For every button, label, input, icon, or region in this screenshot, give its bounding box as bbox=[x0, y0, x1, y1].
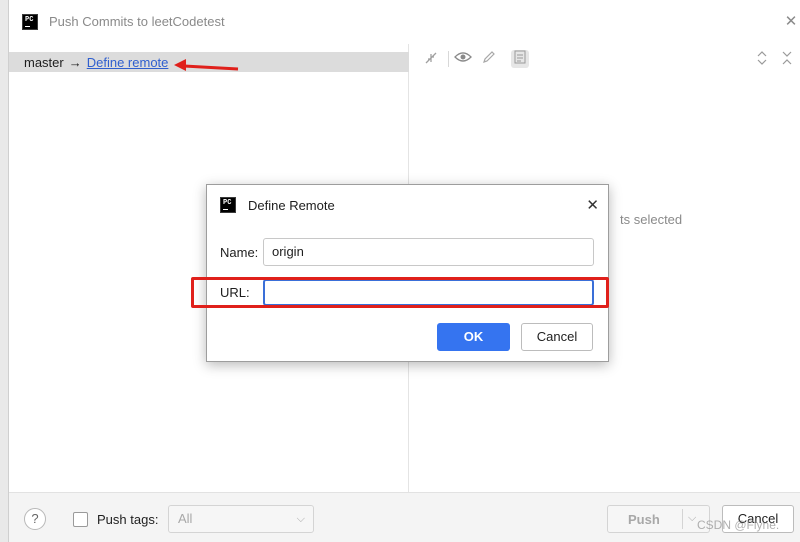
app-icon-text: PC bbox=[25, 16, 34, 24]
local-branch: master bbox=[24, 54, 64, 70]
expand-all-icon[interactable] bbox=[753, 50, 771, 68]
push-tags-checkbox[interactable] bbox=[73, 512, 88, 527]
push-button-divider bbox=[682, 509, 683, 529]
window-title: Push Commits to leetCodetest bbox=[49, 14, 225, 29]
edit-pencil-icon[interactable] bbox=[480, 50, 498, 68]
push-button[interactable]: Push ⌵ bbox=[607, 505, 710, 533]
bottom-bar: ? Push tags: All ⌵ Push ⌵ Cancel bbox=[9, 492, 800, 542]
title-bar: PC Push Commits to leetCodetest ✕ bbox=[9, 0, 800, 44]
push-button-label: Push bbox=[628, 512, 660, 527]
annotation-arrow-icon bbox=[174, 59, 239, 71]
tags-select-value: All bbox=[178, 511, 193, 526]
eye-icon[interactable] bbox=[454, 50, 472, 68]
details-toolbar bbox=[410, 48, 800, 70]
collapse-all-icon[interactable] bbox=[778, 50, 796, 68]
chevron-down-icon[interactable]: ⌵ bbox=[688, 512, 696, 525]
watermark: CSDN @Flyne. bbox=[697, 518, 780, 532]
close-icon[interactable]: ✕ bbox=[586, 196, 599, 214]
collapse-icon[interactable] bbox=[422, 50, 440, 68]
define-remote-dialog: PC Define Remote ✕ Name: origin URL: OK … bbox=[191, 184, 609, 362]
toolbar-separator bbox=[448, 51, 449, 67]
push-tags-label: Push tags: bbox=[97, 512, 159, 527]
no-commits-selected-text: ts selected bbox=[620, 212, 683, 227]
dialog-icon-text: PC bbox=[223, 199, 232, 207]
define-remote-link[interactable]: Define remote bbox=[87, 55, 169, 70]
url-input[interactable] bbox=[263, 279, 594, 306]
chevron-down-icon: ⌵ bbox=[296, 513, 305, 525]
help-button[interactable]: ? bbox=[24, 508, 46, 530]
name-input[interactable]: origin bbox=[263, 238, 594, 266]
ok-button[interactable]: OK bbox=[437, 323, 510, 351]
pycharm-icon: PC bbox=[219, 196, 236, 213]
url-label: URL: bbox=[220, 285, 250, 300]
arrow-icon: → bbox=[68, 54, 82, 70]
dialog-title: Define Remote bbox=[248, 198, 335, 213]
close-icon[interactable]: ✕ bbox=[783, 14, 799, 30]
pycharm-icon: PC bbox=[21, 13, 38, 30]
name-label: Name: bbox=[220, 245, 259, 260]
tags-select[interactable]: All ⌵ bbox=[168, 505, 314, 533]
preview-panel-icon[interactable] bbox=[511, 50, 529, 68]
cancel-button[interactable]: Cancel bbox=[521, 323, 593, 351]
